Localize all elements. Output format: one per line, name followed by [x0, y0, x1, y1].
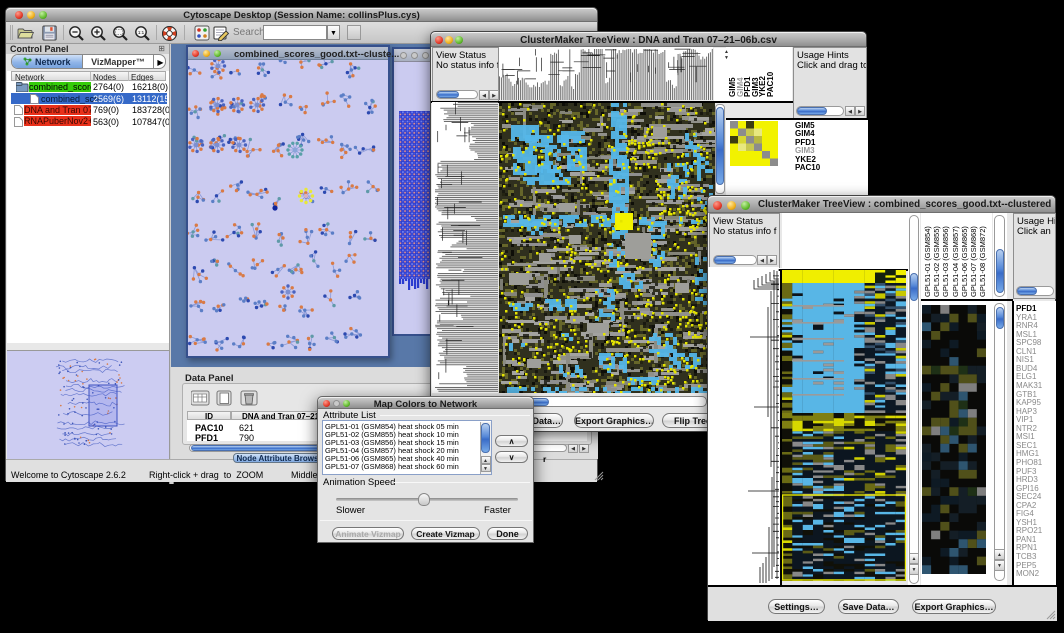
svg-text:1:1: 1:1 — [138, 30, 145, 35]
